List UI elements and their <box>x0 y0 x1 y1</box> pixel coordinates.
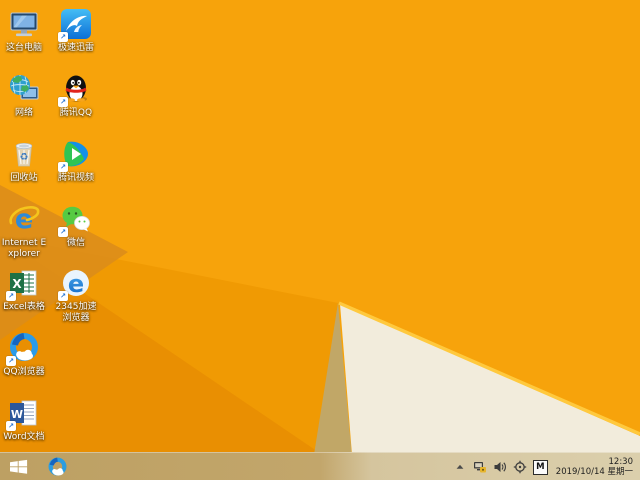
system-tray: M 12:30 2019/10/14 星期一 <box>450 453 640 480</box>
taskbar: M 12:30 2019/10/14 星期一 <box>0 452 640 480</box>
shortcut-arrow-icon: ↗ <box>6 356 16 366</box>
ime-label: M <box>536 462 545 472</box>
clock-time: 12:30 <box>608 456 634 467</box>
word-letter: W <box>11 408 23 421</box>
2345-letter: e <box>68 270 84 298</box>
tencent-video-icon: ↗ <box>58 138 92 172</box>
network-status-icon[interactable] <box>472 459 488 475</box>
this-pc-icon <box>8 8 40 40</box>
icon-label: Excel表格 <box>3 302 45 312</box>
desktop-screen: 这台电脑 ↗ 极速迅雷 网络 ↗ 腾讯QQ ♻ 回收站 ↗ 腾讯视频 e Int… <box>0 0 640 480</box>
network-icon <box>8 73 40 105</box>
shortcut-arrow-icon: ↗ <box>58 32 68 42</box>
desktop-icon-this-pc[interactable]: 这台电脑 <box>0 8 48 54</box>
ime-indicator[interactable]: M <box>532 459 548 475</box>
desktop-icon-excel[interactable]: X ↗ Excel表格 <box>0 267 48 313</box>
qq-browser-taskbar-icon <box>48 457 66 476</box>
icon-label: Word文档 <box>3 432 45 442</box>
volume-icon[interactable] <box>492 459 508 475</box>
clock-date: 2019/10/14 星期一 <box>555 467 633 477</box>
shortcut-arrow-icon: ↗ <box>58 291 68 301</box>
recycle-symbol: ♻ <box>20 152 29 163</box>
windows-logo-icon <box>10 459 28 474</box>
desktop-icon-word[interactable]: W ↗ Word文档 <box>0 397 48 443</box>
2345-browser-icon: e ↗ <box>58 267 92 301</box>
taskbar-pinned-qq-browser[interactable] <box>42 453 72 480</box>
icon-label: QQ浏览器 <box>3 367 45 377</box>
utility-crosshair-icon[interactable] <box>512 459 528 475</box>
word-icon: W ↗ <box>6 397 40 431</box>
icon-label: 腾讯QQ <box>59 108 93 118</box>
desktop-icon-recycle-bin[interactable]: ♻ 回收站 <box>0 138 48 184</box>
icon-label: 微信 <box>66 238 85 248</box>
desktop-icon-qq-browser[interactable]: ↗ QQ浏览器 <box>0 332 48 378</box>
wechat-icon: ↗ <box>58 203 92 237</box>
icon-label: 网络 <box>14 108 33 118</box>
icon-label: 这台电脑 <box>5 43 42 53</box>
internet-explorer-icon: e <box>8 203 40 235</box>
desktop-icon-wechat[interactable]: ↗ 微信 <box>52 203 100 249</box>
shortcut-arrow-icon: ↗ <box>58 162 68 172</box>
qq-browser-icon: ↗ <box>6 332 40 366</box>
shortcut-arrow-icon: ↗ <box>6 421 16 431</box>
desktop-icon-tencent-qq[interactable]: ↗ 腾讯QQ <box>52 73 100 119</box>
excel-letter: X <box>12 277 22 291</box>
icon-label: 极速迅雷 <box>57 43 94 53</box>
tencent-qq-icon: ↗ <box>58 73 92 107</box>
recycle-bin-icon: ♻ <box>8 138 40 170</box>
icon-label: Internet Explorer <box>1 238 47 259</box>
hidden-icons-chevron[interactable] <box>452 459 468 475</box>
start-button[interactable] <box>0 453 38 480</box>
icon-label: 腾讯视频 <box>57 173 94 183</box>
desktop-icon-xunlei[interactable]: ↗ 极速迅雷 <box>52 8 100 54</box>
excel-icon: X ↗ <box>6 267 40 301</box>
shortcut-arrow-icon: ↗ <box>6 291 16 301</box>
xunlei-icon: ↗ <box>58 8 92 42</box>
icon-label: 回收站 <box>10 173 38 183</box>
icon-label: 2345加速浏览器 <box>55 302 97 323</box>
shortcut-arrow-icon: ↗ <box>58 227 68 237</box>
desktop-icon-internet-explorer[interactable]: e Internet Explorer <box>0 203 48 260</box>
desktop-icon-network[interactable]: 网络 <box>0 73 48 119</box>
shortcut-arrow-icon: ↗ <box>58 97 68 107</box>
desktop-icon-2345-browser[interactable]: e ↗ 2345加速浏览器 <box>52 267 100 324</box>
desktop-icon-tencent-video[interactable]: ↗ 腾讯视频 <box>52 138 100 184</box>
taskbar-clock[interactable]: 12:30 2019/10/14 星期一 <box>556 457 633 478</box>
